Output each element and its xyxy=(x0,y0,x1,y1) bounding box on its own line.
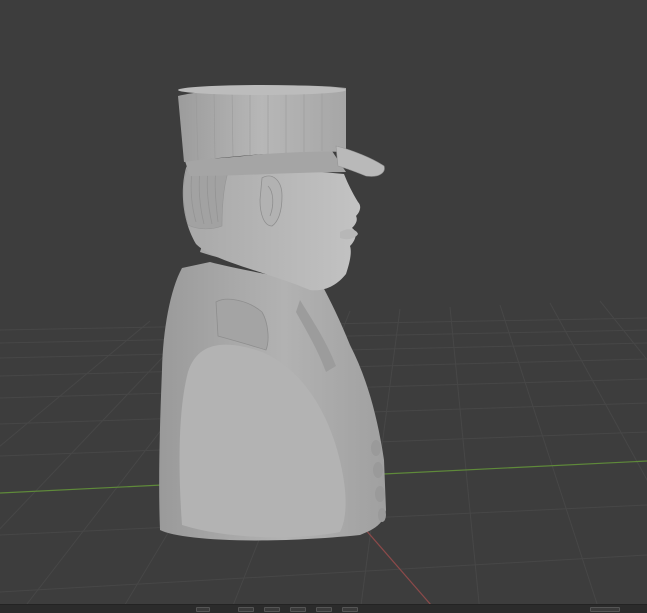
jump-end-icon[interactable] xyxy=(342,607,358,612)
play-reverse-icon[interactable] xyxy=(264,607,280,612)
mustache xyxy=(340,229,358,240)
timeline-header-bar[interactable] xyxy=(0,604,647,613)
mode-icon[interactable] xyxy=(196,607,210,612)
play-icon[interactable] xyxy=(290,607,306,612)
viewport-scene xyxy=(0,85,647,613)
kepi-crown xyxy=(178,85,346,162)
next-icon[interactable] xyxy=(316,607,332,612)
frame-field[interactable] xyxy=(590,607,620,612)
previous-icon[interactable] xyxy=(238,607,254,612)
bust-model[interactable] xyxy=(159,85,386,541)
3d-viewport[interactable] xyxy=(0,0,647,613)
